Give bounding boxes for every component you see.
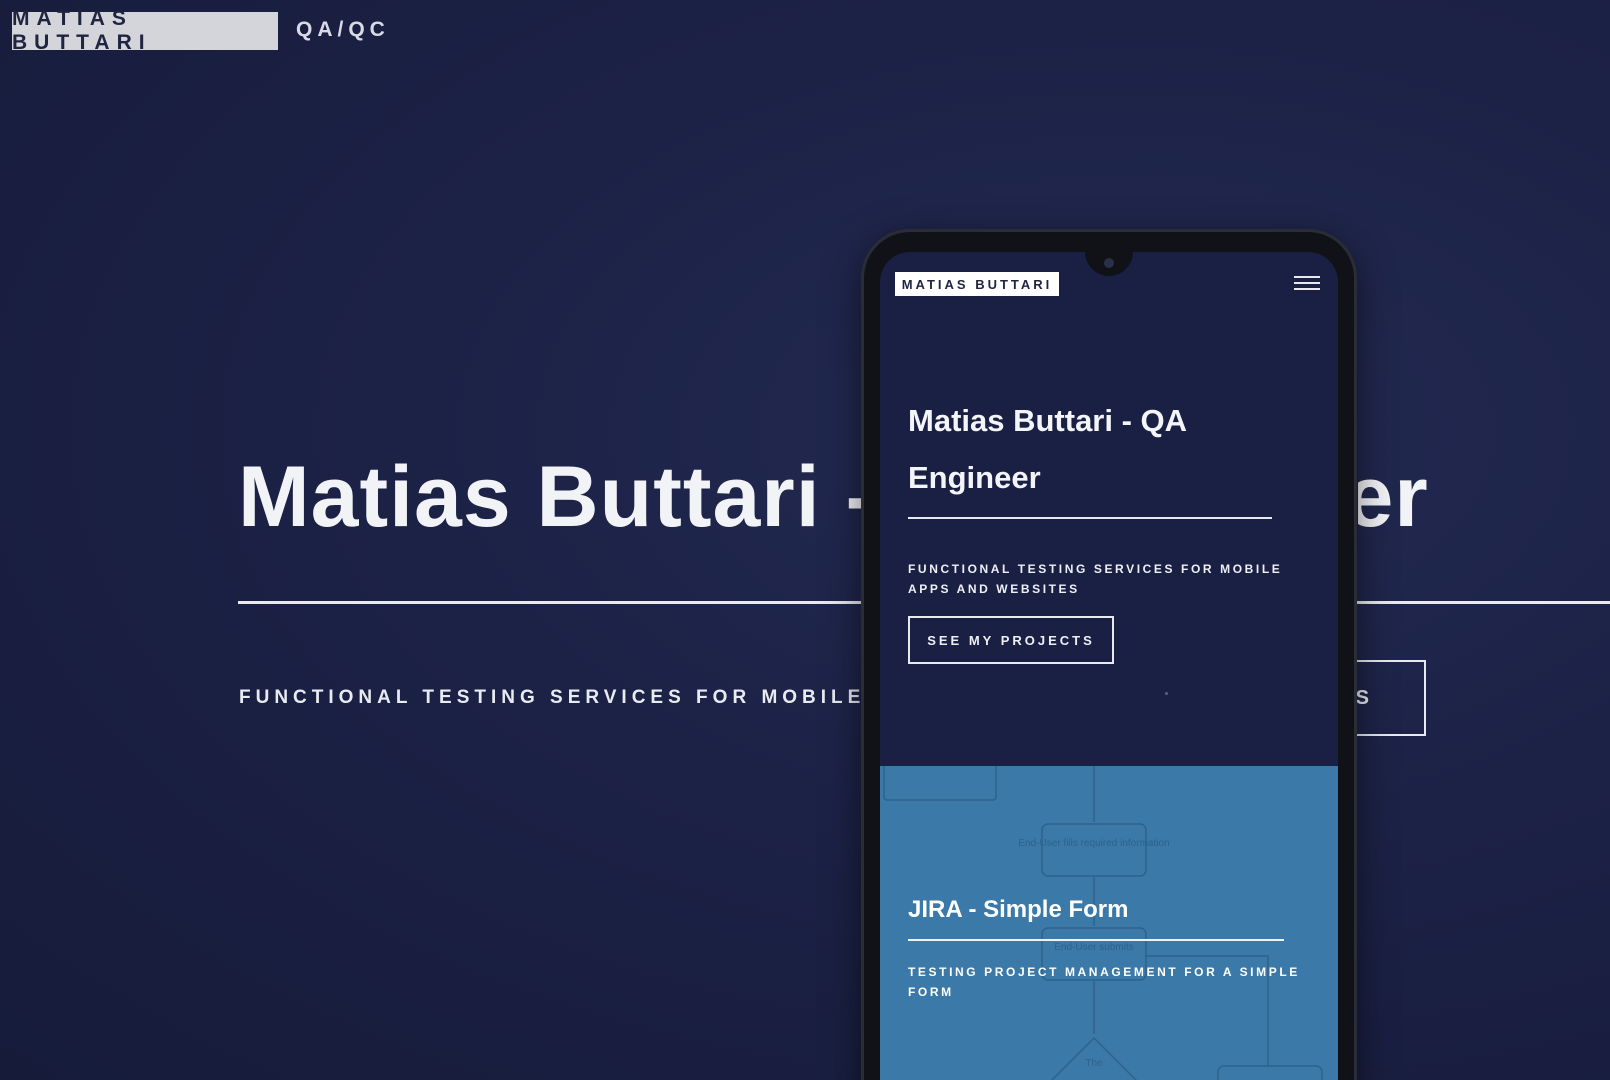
mobile-hero-subtitle: FUNCTIONAL TESTING SERVICES FOR MOBILE A… [908, 562, 1283, 596]
project-card-jira[interactable]: End-User fills required information End-… [880, 766, 1338, 1080]
page: MATIAS BUTTARI QA/QC Matias Buttari - QA… [0, 0, 1610, 1080]
mobile-hero-title: Matias Buttari - QA Engineer [908, 403, 1186, 495]
flow-box [883, 766, 997, 801]
flow-label-3: The [1085, 1058, 1103, 1069]
site-tagline: QA/QC [296, 18, 390, 41]
mobile-site-logo[interactable]: MATIAS BUTTARI [895, 272, 1059, 296]
mobile-site-logo-text: MATIAS BUTTARI [901, 276, 1053, 292]
flow-box [1041, 823, 1147, 877]
phone-notch [1085, 252, 1133, 276]
phone-screen: MATIAS BUTTARI Matias Buttari - QA Engin… [880, 252, 1338, 1080]
phone-mockup: MATIAS BUTTARI Matias Buttari - QA Engin… [864, 232, 1354, 1080]
flow-box [1217, 1065, 1323, 1080]
project-subtitle: TESTING PROJECT MANAGEMENT FOR A SIMPLE … [908, 965, 1300, 999]
project-divider [908, 939, 1284, 941]
front-camera-icon [1104, 258, 1114, 268]
hero-subtitle: FUNCTIONAL TESTING SERVICES FOR MOBILE A… [239, 687, 947, 708]
flow-label-1: End-User fills required information [1018, 838, 1169, 849]
site-logo[interactable]: MATIAS BUTTARI [12, 7, 278, 54]
flow-label-2: End-User submits [1054, 942, 1133, 953]
mobile-see-projects-button[interactable]: SEE MY PROJECTS [908, 616, 1114, 664]
hamburger-menu-icon[interactable] [1294, 276, 1320, 292]
decorative-dot [1165, 692, 1168, 695]
site-logo-text: MATIAS BUTTARI [12, 7, 152, 54]
mobile-hero-divider [908, 517, 1272, 519]
project-title: JIRA - Simple Form [908, 896, 1129, 923]
